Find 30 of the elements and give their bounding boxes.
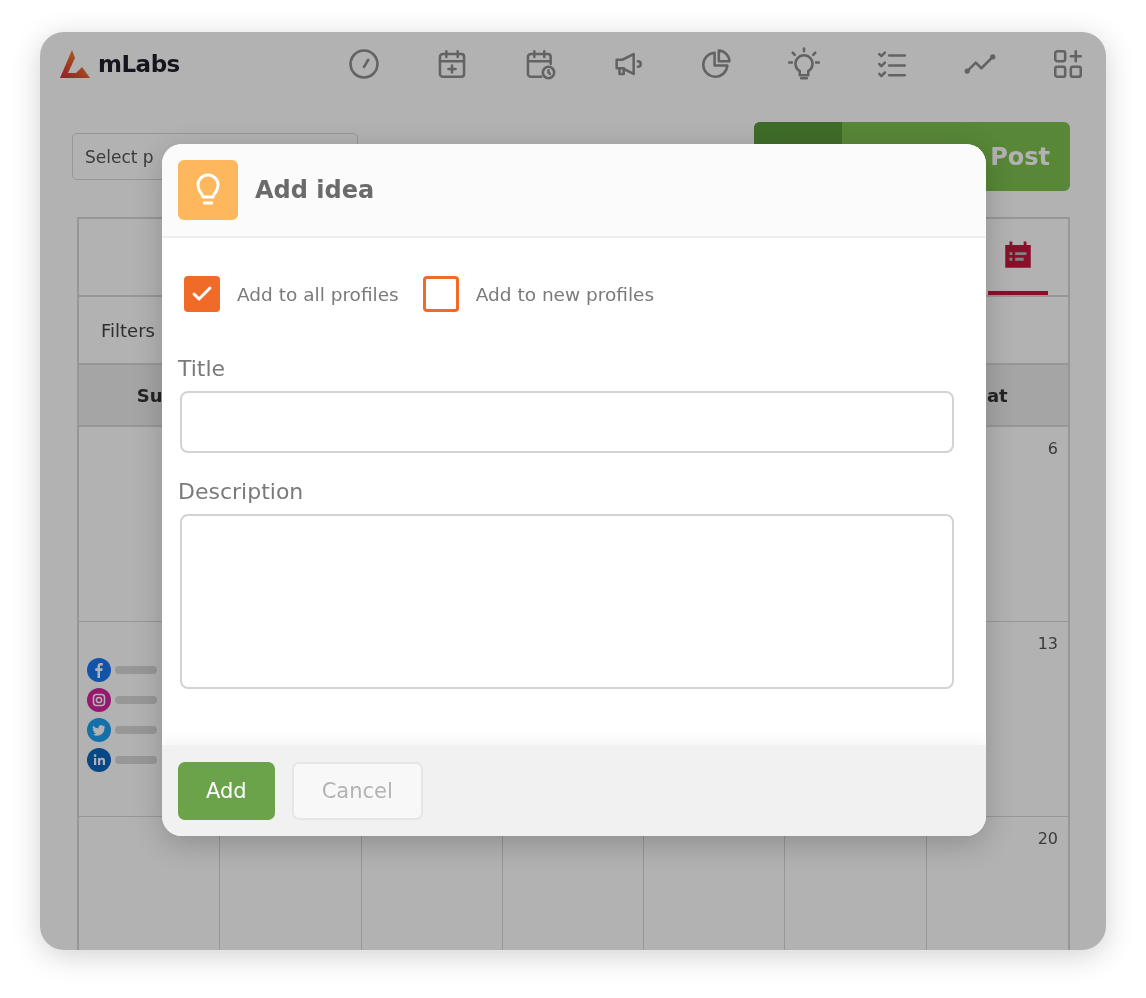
title-field[interactable]: [180, 391, 954, 453]
field-label: Description: [178, 479, 305, 504]
instagram-icon: [87, 688, 111, 712]
twitter-icon: [87, 718, 111, 742]
linkedin-icon: [87, 748, 111, 772]
filters-label[interactable]: Filters: [101, 319, 155, 341]
lightbulb-icon: [178, 160, 238, 220]
add-button[interactable]: Add: [178, 761, 275, 820]
weekday-header: at: [986, 384, 1008, 406]
lightbulb-icon[interactable]: [787, 46, 821, 81]
field-label: Title: [178, 356, 227, 381]
description-field[interactable]: [180, 514, 954, 689]
logo-text: mLabs: [98, 50, 180, 77]
checkbox[interactable]: [422, 276, 459, 312]
facebook-icon: [87, 658, 111, 682]
dialog-title: Add idea: [255, 176, 375, 204]
weekday-header: Su: [136, 384, 163, 406]
post-placeholder-bar: [115, 696, 157, 704]
checkbox-label: Add to all profiles: [237, 283, 399, 305]
checkbox[interactable]: [184, 276, 220, 312]
post-placeholder-bar: [115, 726, 157, 734]
post-placeholder-bar: [115, 666, 157, 674]
post-placeholder-bar: [115, 756, 157, 764]
checkbox-label: Add to new profiles: [475, 283, 655, 305]
cancel-button[interactable]: Cancel: [291, 761, 423, 820]
day-number: 13: [1037, 634, 1058, 653]
day-number: 20: [1037, 829, 1058, 848]
day-number: 6: [1047, 439, 1058, 458]
gauge-icon[interactable]: [347, 46, 381, 81]
pie-chart-icon[interactable]: [699, 46, 733, 81]
